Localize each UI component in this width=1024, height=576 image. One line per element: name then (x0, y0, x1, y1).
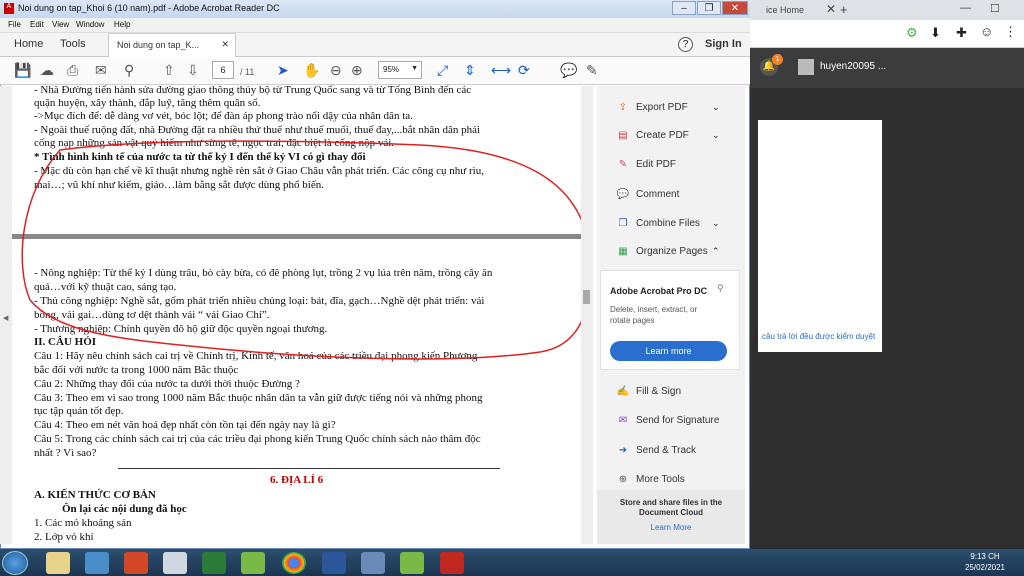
site-header: 🔔 1 huyen20095 ... (750, 48, 1024, 88)
browser-toolbar: ⚙ ⬇ ✚ ☺ ⋮ (750, 20, 1024, 48)
promo-title: Adobe Acrobat Pro DC (610, 286, 708, 296)
pin-icon[interactable]: ⚲ (717, 283, 724, 294)
tool-label: Export PDF (636, 102, 688, 113)
app-icon[interactable] (361, 552, 385, 574)
create-pdf-icon: ▤ (618, 130, 628, 141)
media-icon[interactable] (85, 552, 109, 574)
extension-icon[interactable]: ⚙ (906, 25, 918, 41)
menu-icon[interactable]: ⋮ (1004, 24, 1017, 40)
app-icon[interactable] (400, 552, 424, 574)
start-button[interactable] (2, 551, 28, 575)
promo-text: Delete, insert, extract, or (610, 305, 698, 314)
maximize-icon[interactable]: ☐ (990, 2, 1000, 20)
minimize-icon[interactable]: — (960, 2, 971, 20)
organize-pages-icon: ▦ (618, 246, 628, 257)
moderation-link[interactable]: câu trả lời đều được kiểm duyệt (762, 332, 875, 341)
chrome-icon[interactable] (282, 552, 306, 574)
calculator-icon[interactable] (163, 552, 187, 574)
profile-icon[interactable]: ☺ (980, 24, 993, 39)
new-tab-icon[interactable]: + (840, 2, 848, 20)
tool-organize-pages[interactable]: ▦ Organize Pages (616, 246, 708, 257)
close-icon[interactable]: ✕ (826, 2, 836, 20)
avatar[interactable] (798, 59, 814, 75)
tool-label: Send & Track (636, 445, 697, 456)
tool-more-tools[interactable]: ⊕ More Tools (616, 474, 685, 485)
browser-tab[interactable]: ice Home (760, 2, 810, 20)
tool-comment[interactable]: 💬 Comment (616, 189, 680, 200)
tool-label: Send for Signature (636, 415, 720, 426)
promo-text: rotate pages (610, 316, 655, 325)
tool-label: More Tools (636, 474, 685, 485)
combine-files-icon: ❐ (618, 218, 628, 229)
puzzle-icon[interactable]: ✚ (956, 25, 967, 41)
comment-tool-icon: 💬 (616, 189, 630, 200)
system-clock[interactable]: 9:13 CH 25/02/2021 (960, 551, 1010, 573)
username[interactable]: huyen20095 ... (820, 61, 886, 72)
tool-create-pdf[interactable]: ▤ Create PDF (616, 130, 689, 141)
tool-label: Edit PDF (636, 159, 677, 170)
tool-send-signature[interactable]: ✉ Send for Signature (616, 415, 720, 426)
edit-pdf-icon: ✎ (618, 159, 628, 170)
acrobat-icon[interactable] (440, 552, 464, 574)
clock-time: 9:13 CH (970, 552, 1000, 561)
content-card (758, 120, 882, 352)
send-signature-icon: ✉ (618, 415, 628, 426)
excel-icon[interactable] (202, 552, 226, 574)
browser-tabstrip: ice Home ✕ + — ☐ (750, 0, 1024, 20)
export-pdf-icon: ⇪ (618, 102, 628, 113)
tool-edit-pdf[interactable]: ✎ Edit PDF (616, 159, 676, 170)
tool-label: Combine Files (636, 218, 700, 229)
tool-fill-sign[interactable]: ✍ Fill & Sign (616, 386, 681, 397)
vertical-scrollbar[interactable] (581, 86, 593, 544)
powerpoint-icon[interactable] (124, 552, 148, 574)
scroll-thumb[interactable] (583, 290, 590, 304)
tool-export-pdf[interactable]: ⇪ Export PDF (616, 102, 688, 113)
explorer-icon[interactable] (46, 552, 70, 574)
taskbar (0, 549, 1024, 576)
chevron-down-icon[interactable]: ⌄ (712, 130, 720, 141)
tool-label: Fill & Sign (636, 386, 682, 397)
tool-label: Comment (636, 189, 680, 200)
chevron-down-icon[interactable]: ⌄ (712, 218, 720, 229)
clock-date: 25/02/2021 (964, 563, 1006, 572)
tool-label: Organize Pages (636, 246, 708, 257)
download-icon[interactable]: ⬇ (930, 25, 941, 41)
tool-label: Create PDF (636, 130, 689, 141)
cloud-text: Store and share files in the (619, 498, 723, 507)
more-tools-icon: ⊕ (618, 474, 628, 485)
cloud-text: Document Cloud (639, 508, 703, 517)
send-track-icon: ➜ (618, 445, 628, 456)
cloud-learn-more-link[interactable]: Learn More (606, 523, 736, 532)
tool-combine-files[interactable]: ❐ Combine Files (616, 218, 700, 229)
learn-more-button[interactable]: Learn more (610, 341, 727, 361)
app-icon[interactable] (241, 552, 265, 574)
fill-sign-icon: ✍ (616, 386, 630, 397)
tool-send-track[interactable]: ➜ Send & Track (616, 445, 696, 456)
word-icon[interactable] (322, 552, 346, 574)
chevron-down-icon[interactable]: ⌄ (712, 102, 720, 113)
chevron-up-icon[interactable]: ⌃ (712, 246, 720, 257)
notification-badge: 1 (772, 54, 783, 65)
